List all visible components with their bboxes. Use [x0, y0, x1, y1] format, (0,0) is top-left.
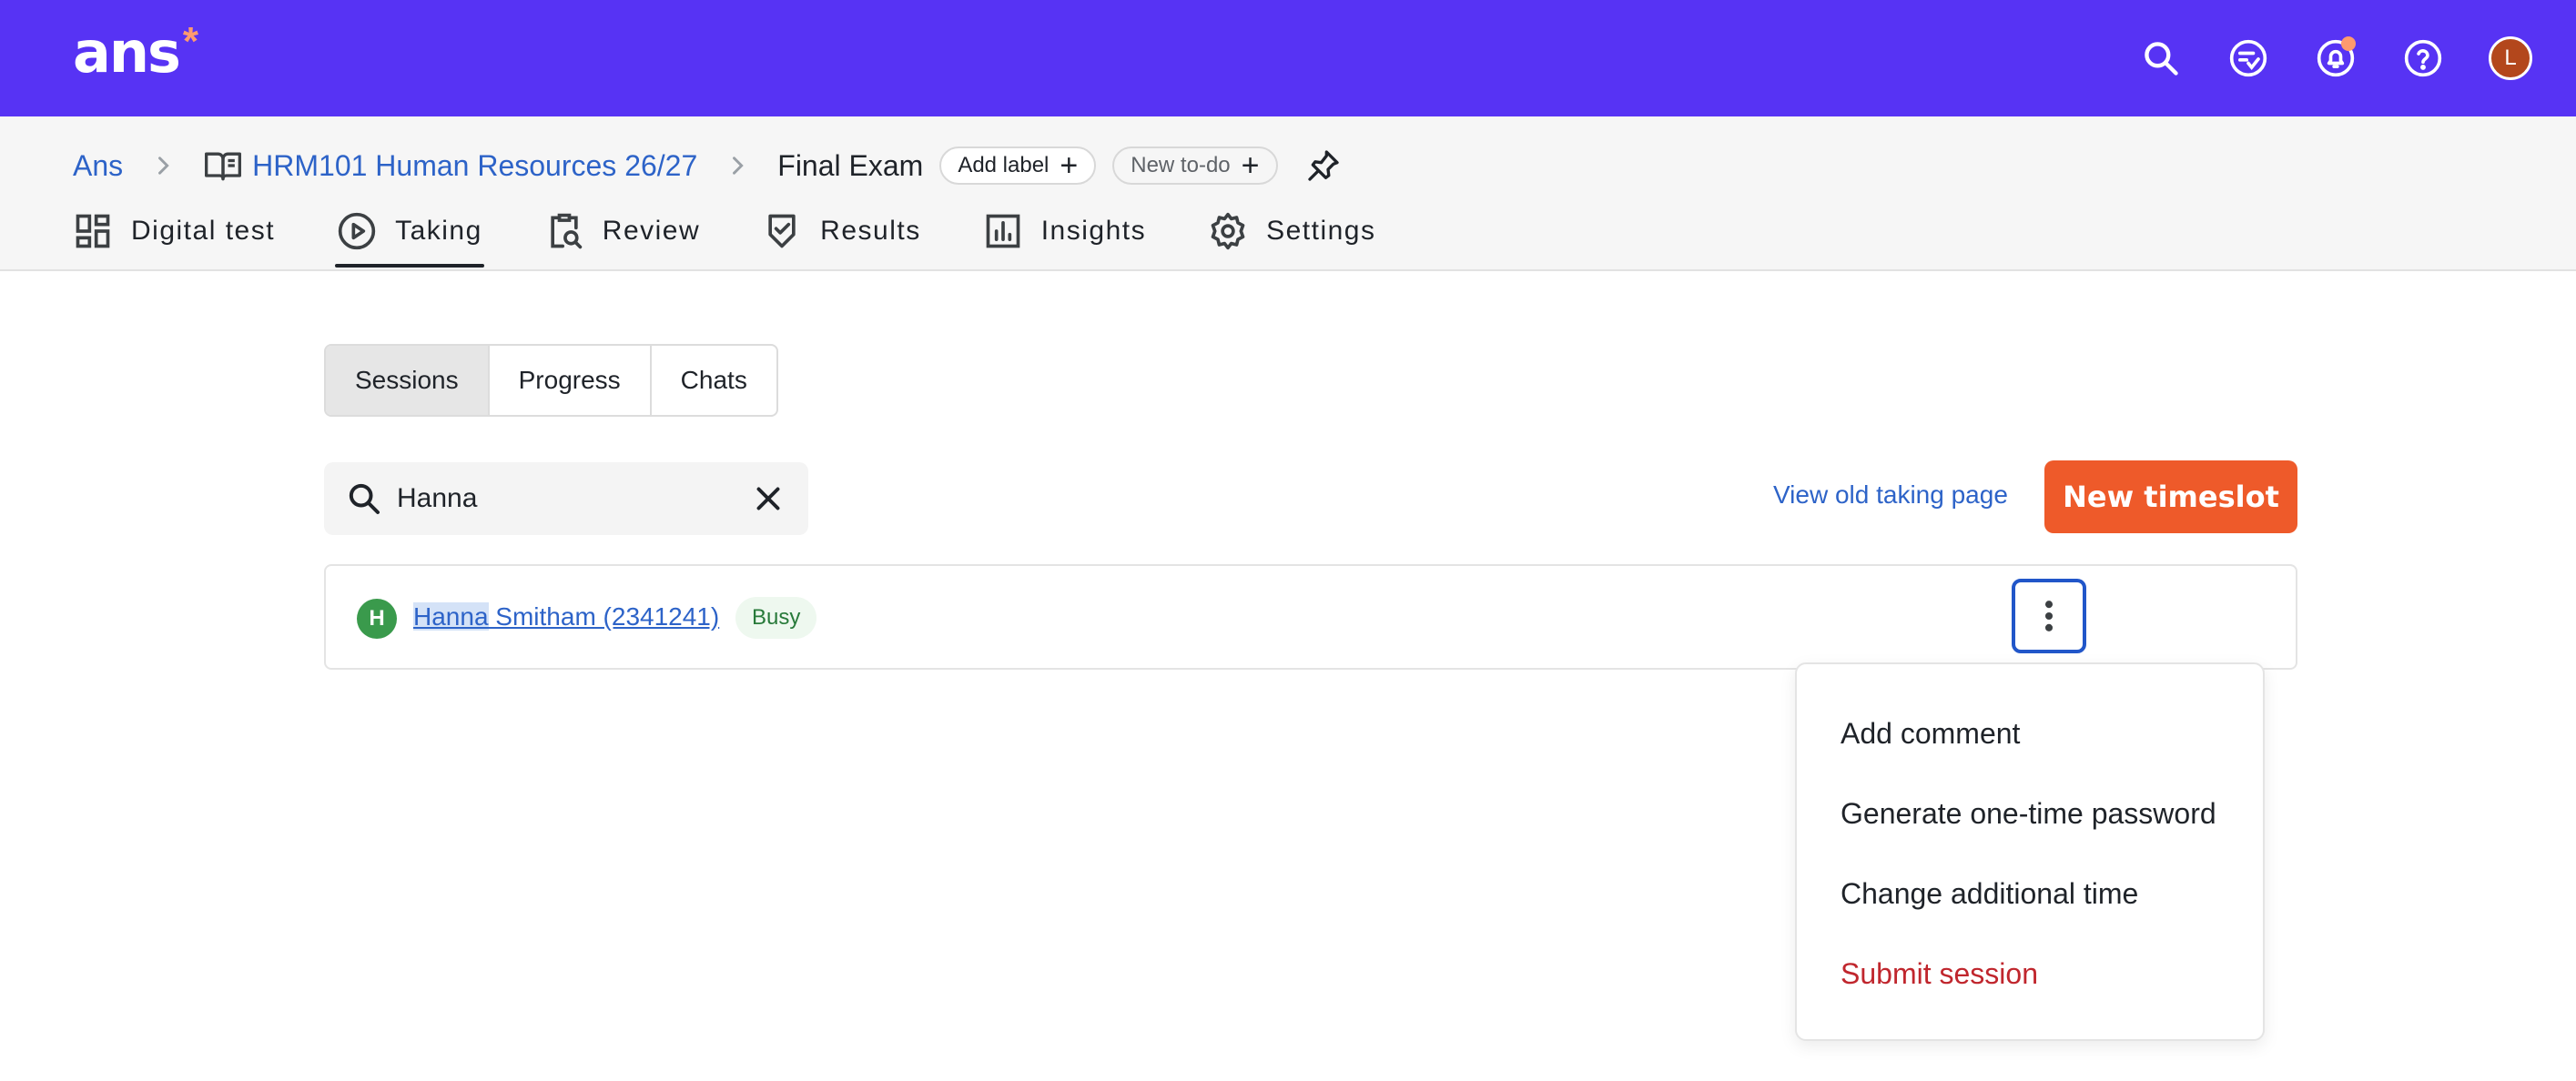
- close-icon: [756, 487, 780, 510]
- top-bar: ans * L: [0, 0, 2576, 116]
- tab-results[interactable]: Results: [762, 204, 921, 258]
- tab-label: Insights: [1040, 216, 1147, 246]
- plus-icon: +: [1060, 148, 1079, 183]
- page-title: Final Exam: [777, 148, 924, 182]
- menu-item-add-comment[interactable]: Add comment: [1797, 693, 2263, 773]
- tab-taking[interactable]: Taking: [335, 204, 484, 268]
- tab-label: Results: [820, 216, 921, 246]
- tab-insights[interactable]: Insights: [983, 204, 1146, 258]
- section-tabs: Digital test Taking Review Results Insig…: [73, 204, 1376, 269]
- view-old-taking-page-link[interactable]: View old taking page: [1773, 480, 2008, 510]
- bell-icon[interactable]: [2307, 29, 2365, 87]
- chevron-right-icon: [150, 153, 176, 178]
- notification-dot: [2341, 36, 2356, 51]
- shield-check-icon: [768, 214, 796, 248]
- add-label-text: Add label: [958, 153, 1050, 177]
- tab-label: Review: [602, 216, 701, 246]
- student-name-rest: Smitham (2341241): [488, 602, 720, 631]
- view-segmented-control: Sessions Progress Chats: [324, 344, 778, 417]
- tab-settings[interactable]: Settings: [1208, 204, 1375, 258]
- session-options-menu: Add comment Generate one-time password C…: [1795, 662, 2265, 1041]
- top-icons: L: [2132, 29, 2540, 87]
- dashboard-icon: [76, 214, 110, 248]
- tab-label: Taking: [395, 216, 482, 246]
- segment-chats[interactable]: Chats: [652, 346, 776, 415]
- search-icon: [349, 483, 380, 514]
- logo-text: ans: [73, 19, 181, 86]
- todo-icon[interactable]: [2219, 29, 2277, 87]
- breadcrumb-root-link[interactable]: Ans: [73, 149, 123, 183]
- clipboard-search-icon: [551, 213, 583, 249]
- menu-item-generate-password[interactable]: Generate one-time password: [1797, 773, 2263, 854]
- student-avatar: H: [357, 599, 397, 639]
- new-timeslot-button[interactable]: New timeslot: [2044, 460, 2297, 533]
- help-icon[interactable]: [2394, 29, 2452, 87]
- user-avatar-button[interactable]: L: [2481, 29, 2540, 87]
- search-icon[interactable]: [2132, 29, 2190, 87]
- pin-icon[interactable]: [1305, 147, 1342, 184]
- tab-digital-test[interactable]: Digital test: [73, 204, 275, 258]
- row-options-button[interactable]: [2012, 579, 2086, 653]
- more-vertical-icon: [2044, 601, 2054, 631]
- tab-label: Digital test: [131, 216, 276, 246]
- bar-chart-icon: [986, 214, 1020, 248]
- search-input[interactable]: [397, 483, 725, 514]
- tab-label: Settings: [1266, 216, 1376, 246]
- breadcrumb: Ans HRM101 Human Resources 26/27 Final E…: [73, 140, 1342, 191]
- play-circle-icon: [338, 212, 376, 250]
- chevron-right-icon: [725, 153, 750, 178]
- plus-icon: +: [1241, 148, 1260, 183]
- ans-logo[interactable]: ans *: [73, 19, 199, 91]
- tab-review[interactable]: Review: [544, 204, 700, 258]
- segment-sessions[interactable]: Sessions: [326, 346, 490, 415]
- search-highlight: Hanna: [413, 602, 489, 631]
- breadcrumb-course-link[interactable]: HRM101 Human Resources 26/27: [252, 149, 697, 183]
- search-box: [324, 462, 808, 535]
- status-badge: Busy: [735, 597, 817, 639]
- avatar: L: [2489, 36, 2532, 80]
- page-header: Ans HRM101 Human Resources 26/27 Final E…: [0, 116, 2576, 271]
- student-name-link[interactable]: Hanna Smitham (2341241): [413, 602, 719, 631]
- segment-progress[interactable]: Progress: [490, 346, 652, 415]
- gear-icon: [1211, 212, 1245, 250]
- add-label-button[interactable]: Add label +: [939, 146, 1097, 185]
- menu-item-submit-session[interactable]: Submit session: [1797, 934, 2263, 1014]
- new-todo-text: New to-do: [1131, 153, 1231, 177]
- menu-item-change-additional-time[interactable]: Change additional time: [1797, 854, 2263, 934]
- logo-star: *: [182, 19, 199, 64]
- session-row: H Hanna Smitham (2341241) Busy: [324, 564, 2297, 670]
- clear-search-button[interactable]: [750, 480, 786, 517]
- book-icon: [203, 146, 243, 186]
- new-todo-button[interactable]: New to-do +: [1112, 146, 1278, 185]
